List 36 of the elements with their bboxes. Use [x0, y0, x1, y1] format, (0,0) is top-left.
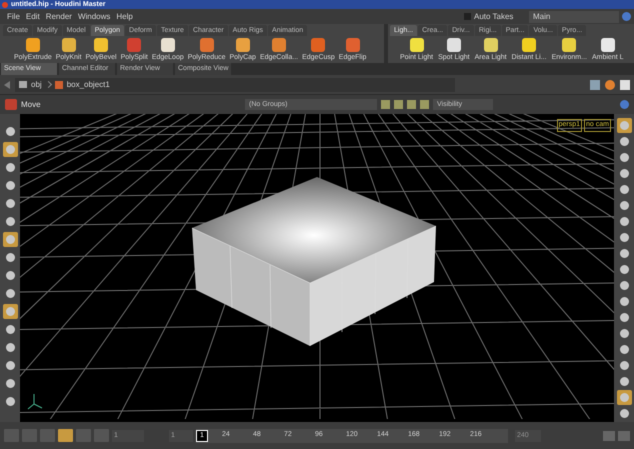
tool-icon: [311, 38, 326, 52]
tool-icon: [200, 38, 214, 52]
tool-icon[interactable]: [616, 390, 632, 405]
help-icon[interactable]: [620, 100, 629, 109]
menu-item[interactable]: Help: [116, 10, 133, 22]
tool-icon: [236, 38, 250, 52]
menu-item[interactable]: Render: [46, 10, 72, 22]
tool-icon: [94, 38, 108, 52]
help-icon[interactable]: [622, 12, 631, 21]
tool-icon: [272, 38, 286, 52]
path-segment[interactable]: obj: [31, 78, 42, 90]
tool-icon: [410, 38, 424, 52]
app-icon: [2, 2, 8, 8]
path-segment[interactable]: box_object1: [66, 78, 110, 90]
axis-icon: [28, 394, 42, 410]
menu-item[interactable]: File: [7, 10, 20, 22]
tool-icon: [62, 38, 76, 52]
tool-icon: [522, 38, 536, 52]
take-dropdown[interactable]: Main: [529, 10, 619, 22]
operation-label: Move: [21, 98, 42, 110]
tool-icon: [562, 38, 576, 52]
tool-icon: [127, 38, 142, 52]
menu-item[interactable]: Edit: [26, 10, 40, 22]
tool-icon[interactable]: [616, 118, 632, 133]
tool-icon: [160, 38, 175, 52]
tool-icon[interactable]: [2, 304, 18, 319]
tool-icon: [26, 38, 40, 52]
tool-icon: [446, 38, 461, 52]
tool-icon: [600, 38, 615, 52]
menu-item[interactable]: Windows: [78, 10, 110, 22]
tool-icon[interactable]: [2, 232, 18, 247]
auto-takes-checkbox[interactable]: [464, 13, 471, 20]
tool-icon[interactable]: [2, 142, 18, 157]
auto-takes-label: Auto Takes: [474, 10, 514, 22]
tool-icon: [484, 38, 498, 52]
tool-icon: [346, 38, 360, 52]
